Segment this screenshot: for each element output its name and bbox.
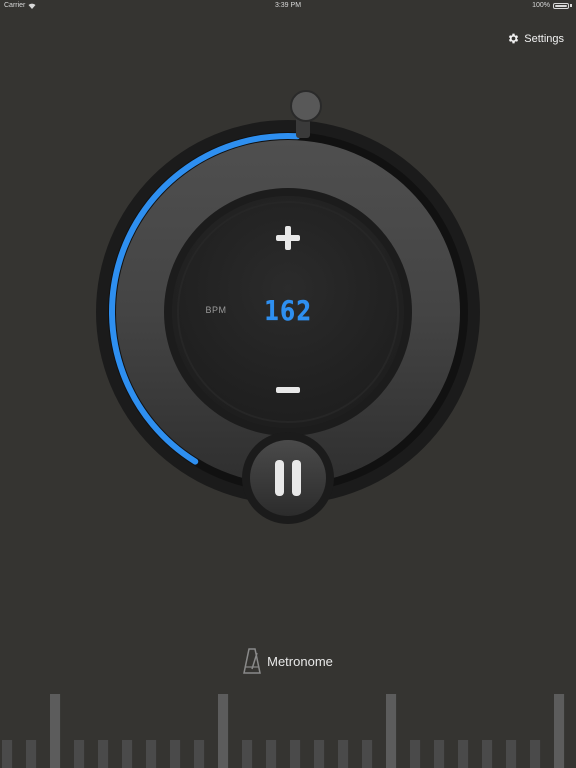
bpm-label: BPM [205,305,227,315]
plus-icon [276,226,300,250]
beat-bar [2,740,13,768]
beat-bar-accent [386,694,397,768]
pause-icon [275,460,301,496]
beat-bar [122,740,133,768]
app-title: Metronome [0,648,576,674]
bpm-value: 162 [264,294,312,327]
beat-bar [26,740,37,768]
decrease-bpm-button[interactable] [268,370,308,410]
beat-indicator [2,694,565,768]
beat-bar [266,740,277,768]
minus-icon [276,387,300,393]
beat-bar [74,740,85,768]
beat-bar [314,740,325,768]
beat-bar [434,740,445,768]
beat-bar-accent [50,694,61,768]
beat-bar [194,740,205,768]
beat-bar-accent [218,694,229,768]
beat-bar [242,740,253,768]
beat-bar [146,740,157,768]
beat-bar [98,740,109,768]
beat-bar [458,740,469,768]
beat-bar [530,740,541,768]
app-title-label: Metronome [267,653,333,669]
increase-bpm-button[interactable] [268,218,308,258]
beat-bar [338,740,349,768]
pause-button[interactable] [244,434,332,522]
beat-bar [290,740,301,768]
beat-bar-accent [554,694,565,768]
beat-bar [410,740,421,768]
beat-bar [170,740,181,768]
beat-bar [482,740,493,768]
metronome-icon [243,648,262,674]
beat-bar [362,740,373,768]
beat-bar [506,740,517,768]
